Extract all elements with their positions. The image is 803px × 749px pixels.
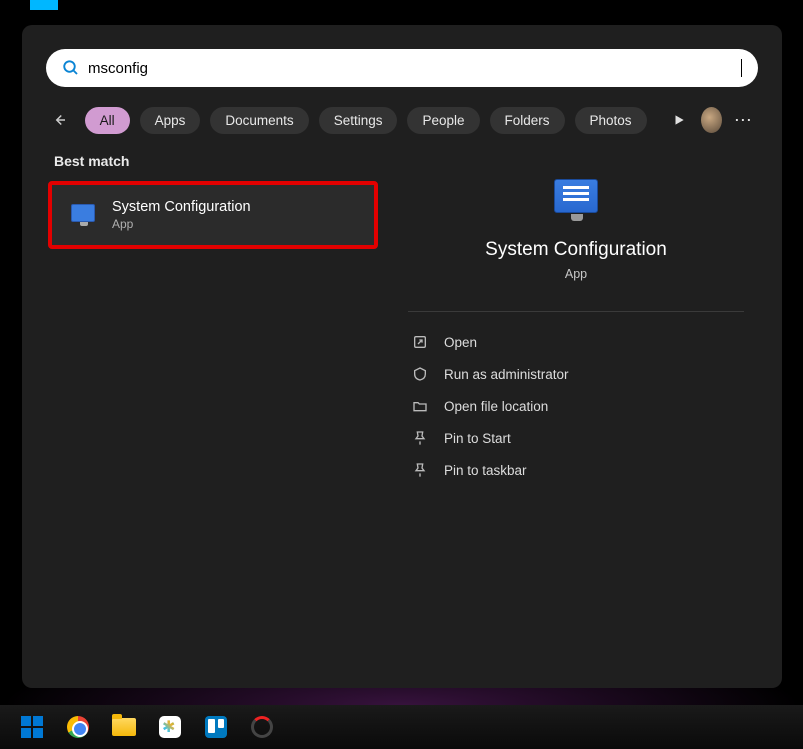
more-icon[interactable]: ⋯ xyxy=(732,105,756,135)
ring-icon xyxy=(251,716,273,738)
pin-icon xyxy=(412,430,428,446)
filter-documents[interactable]: Documents xyxy=(210,107,308,134)
detail-column: System Configuration App Open Run as adm… xyxy=(396,153,756,486)
start-search-panel: All Apps Documents Settings People Folde… xyxy=(22,25,782,688)
filter-photos[interactable]: Photos xyxy=(575,107,647,134)
taskbar-app[interactable] xyxy=(248,713,276,741)
filter-people[interactable]: People xyxy=(407,107,479,134)
play-icon[interactable] xyxy=(667,105,691,135)
action-label: Pin to taskbar xyxy=(444,463,527,478)
search-input[interactable] xyxy=(88,60,741,77)
divider xyxy=(408,311,744,312)
action-label: Run as administrator xyxy=(444,367,569,382)
action-open-location[interactable]: Open file location xyxy=(408,390,744,422)
open-icon xyxy=(412,334,428,350)
taskbar-trello[interactable] xyxy=(202,713,230,741)
action-run-admin[interactable]: Run as administrator xyxy=(408,358,744,390)
detail-subtitle: App xyxy=(565,267,587,281)
best-match-label: Best match xyxy=(54,153,378,169)
filter-folders[interactable]: Folders xyxy=(490,107,565,134)
app-icon-large xyxy=(550,175,602,223)
folder-icon xyxy=(412,398,428,414)
shield-icon xyxy=(412,366,428,382)
action-pin-taskbar[interactable]: Pin to taskbar xyxy=(408,454,744,486)
action-label: Pin to Start xyxy=(444,431,511,446)
window-accent xyxy=(30,0,58,10)
taskbar-slack[interactable] xyxy=(156,713,184,741)
search-bar[interactable] xyxy=(46,49,758,87)
result-subtitle: App xyxy=(112,217,251,231)
action-pin-start[interactable]: Pin to Start xyxy=(408,422,744,454)
folder-icon xyxy=(112,718,136,736)
trello-icon xyxy=(205,716,227,738)
windows-icon xyxy=(21,716,43,738)
action-open[interactable]: Open xyxy=(408,326,744,358)
action-label: Open xyxy=(444,335,477,350)
filter-all[interactable]: All xyxy=(85,107,130,134)
text-cursor xyxy=(741,59,742,77)
action-label: Open file location xyxy=(444,399,548,414)
taskbar-chrome[interactable] xyxy=(64,713,92,741)
pin-icon xyxy=(412,462,428,478)
chrome-icon xyxy=(67,716,89,738)
filter-row: All Apps Documents Settings People Folde… xyxy=(48,105,756,135)
result-title: System Configuration xyxy=(112,199,251,215)
search-icon xyxy=(62,59,80,77)
detail-title: System Configuration xyxy=(485,239,667,261)
result-system-configuration[interactable]: System Configuration App xyxy=(48,181,378,249)
filter-apps[interactable]: Apps xyxy=(140,107,201,134)
results-column: Best match System Configuration App xyxy=(48,153,378,486)
monitor-icon xyxy=(68,202,98,228)
user-avatar[interactable] xyxy=(701,107,722,133)
slack-icon xyxy=(159,716,181,738)
taskbar-file-explorer[interactable] xyxy=(110,713,138,741)
filter-settings[interactable]: Settings xyxy=(319,107,398,134)
start-button[interactable] xyxy=(18,713,46,741)
taskbar xyxy=(0,705,803,749)
back-button[interactable] xyxy=(48,106,71,134)
